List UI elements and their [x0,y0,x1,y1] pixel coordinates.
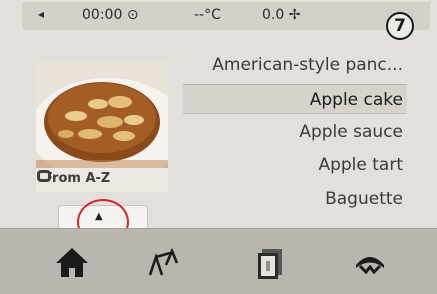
scale-icon: ✢ [288,7,301,23]
turbo-mode-icon[interactable] [350,243,390,281]
temperature-display: --°C [194,7,221,23]
list-item[interactable]: Apple tart [183,150,407,180]
clock-icon: ⊙ [126,7,139,23]
status-bar: ◂ 00:00 ⊙ --°C 0.0 ✢ [22,2,430,30]
recipe-book-icon[interactable] [250,243,290,281]
thumbnail-label: From A-Z [44,171,111,186]
weight-value: 0.0 [262,7,285,23]
list-item[interactable]: Baguette [183,184,407,214]
scale-icon[interactable] [144,243,184,281]
home-icon[interactable] [52,243,92,281]
recipe-thumbnail[interactable]: From A-Z [36,60,168,192]
step-badge: 7 [386,12,414,40]
thumbnail-caption: From A-Z [36,168,168,192]
bottom-nav-bar [0,228,437,294]
thermomix-screen: ◂ 00:00 ⊙ --°C 0.0 ✢ 7 From A-Z American… [0,0,437,294]
recipe-card-icon [37,170,51,182]
list-item-selected[interactable]: Apple cake [183,84,407,114]
time-value: 00:00 [82,7,123,23]
list-item[interactable]: American-style panc... [183,50,407,80]
weight-display: 0.0 ✢ [262,7,300,23]
left-arrow-icon[interactable]: ◂ [38,7,44,21]
time-display: 00:00 ⊙ [82,7,139,23]
list-item[interactable]: Apple sauce [183,117,407,147]
